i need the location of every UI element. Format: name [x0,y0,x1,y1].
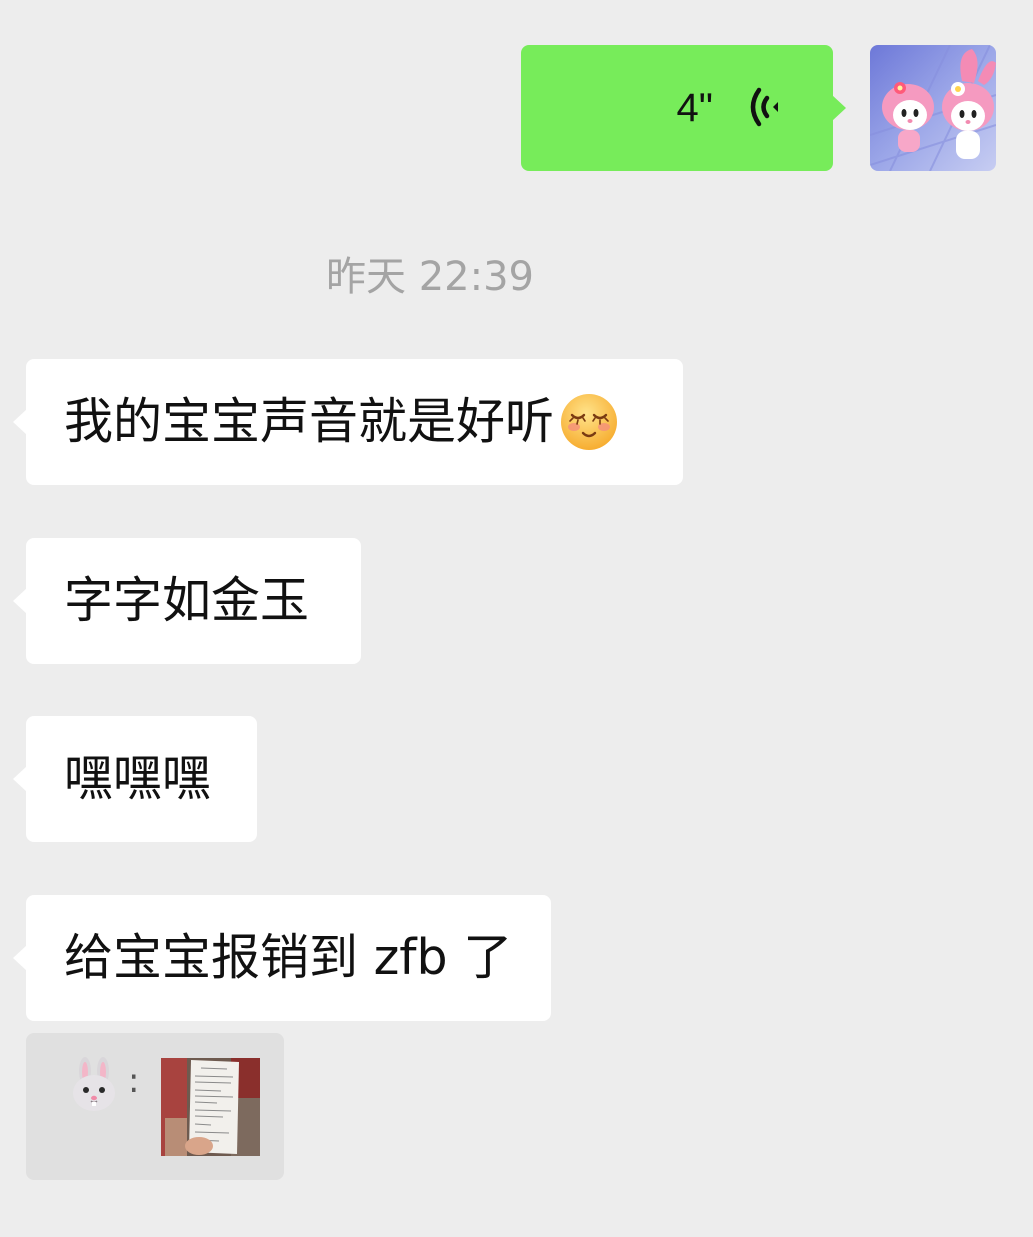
pink-bunny-avatar-icon [870,45,996,171]
message-text: 嘿嘿嘿 [64,750,212,807]
self-avatar[interactable] [870,45,996,171]
incoming-message-bubble[interactable]: 给宝宝报销到 zfb 了 [13,895,551,1021]
message-timestamp: 昨天 22:39 [326,254,534,300]
quote-separator: : [128,1061,140,1101]
rabbit-icon [73,1057,115,1111]
incoming-message-bubble[interactable]: 我的宝宝声音就是好听 [13,359,683,485]
quoted-message[interactable]: : [26,1033,284,1180]
blushing-smile-emoji-icon [561,394,618,450]
message-text: 给宝宝报销到 zfb 了 [64,929,513,986]
voice-duration: 4" [676,86,713,130]
message-text: 字字如金玉 [64,572,310,629]
receipt-photo-image [161,1058,260,1156]
message-text: 我的宝宝声音就是好听 [64,393,555,450]
incoming-message-bubble[interactable]: 嘿嘿嘿 [13,716,257,842]
incoming-message-bubble[interactable]: 字字如金玉 [13,538,361,664]
receipt-photo-thumbnail[interactable] [161,1058,260,1156]
voice-wave-icon [750,87,778,127]
voice-message-bubble[interactable]: 4" [521,45,846,171]
